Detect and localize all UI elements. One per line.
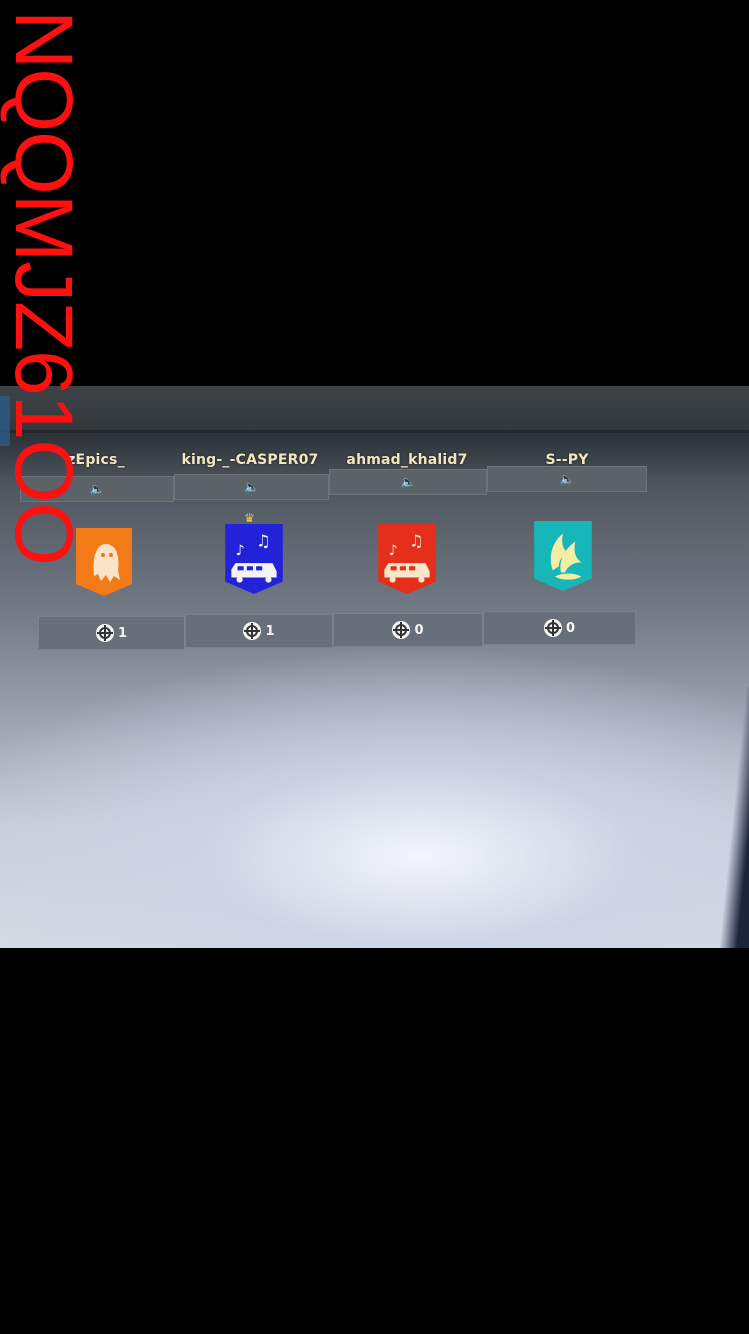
kills-value: 0 [565,620,576,636]
crosshair-icon [95,624,114,642]
player-banner-4[interactable] [532,519,594,591]
svg-text:♪: ♪ [235,543,244,559]
voice-toggle-4[interactable]: 🔈 [487,466,647,492]
watermark: NQQMJZ61OO [0,10,89,565]
top-bar [0,386,749,433]
kills-value: 1 [265,623,275,639]
kills-cell-4[interactable]: 0 [483,611,636,645]
monitor-frame [719,686,749,948]
svg-text:♫: ♫ [256,532,271,551]
banner-shield [378,524,436,594]
kills-value: 0 [414,622,424,638]
voice-toggle-2[interactable]: 🔈 [174,474,329,500]
speaker-icon: 🔈 [89,482,105,496]
svg-text:♫: ♫ [409,532,424,551]
player-name-2: king-_-CASPER07 [181,452,319,468]
player-banner-3[interactable]: ♪ ♫ [376,522,438,594]
kills-cell-2[interactable]: 1 [185,614,333,648]
kills-cell-1[interactable]: 1 [38,616,185,650]
crosshair-icon [392,621,411,639]
speaker-icon: 🔈 [400,475,416,489]
svg-text:♪: ♪ [388,543,397,559]
kills-value: 1 [117,625,128,641]
kills-cell-3[interactable]: 0 [333,613,483,647]
banner-shield [225,524,283,594]
crosshair-icon [243,622,262,640]
speaker-icon: 🔈 [244,480,259,494]
game-screen: zEpics_ king-_-CASPER07 ahmad_khalid7 S-… [0,386,749,948]
player-banner-2[interactable]: ♪ ♫ [223,522,285,594]
voice-toggle-3[interactable]: 🔈 [329,469,487,495]
crosshair-icon [543,619,562,637]
speaker-icon: 🔈 [559,472,575,486]
